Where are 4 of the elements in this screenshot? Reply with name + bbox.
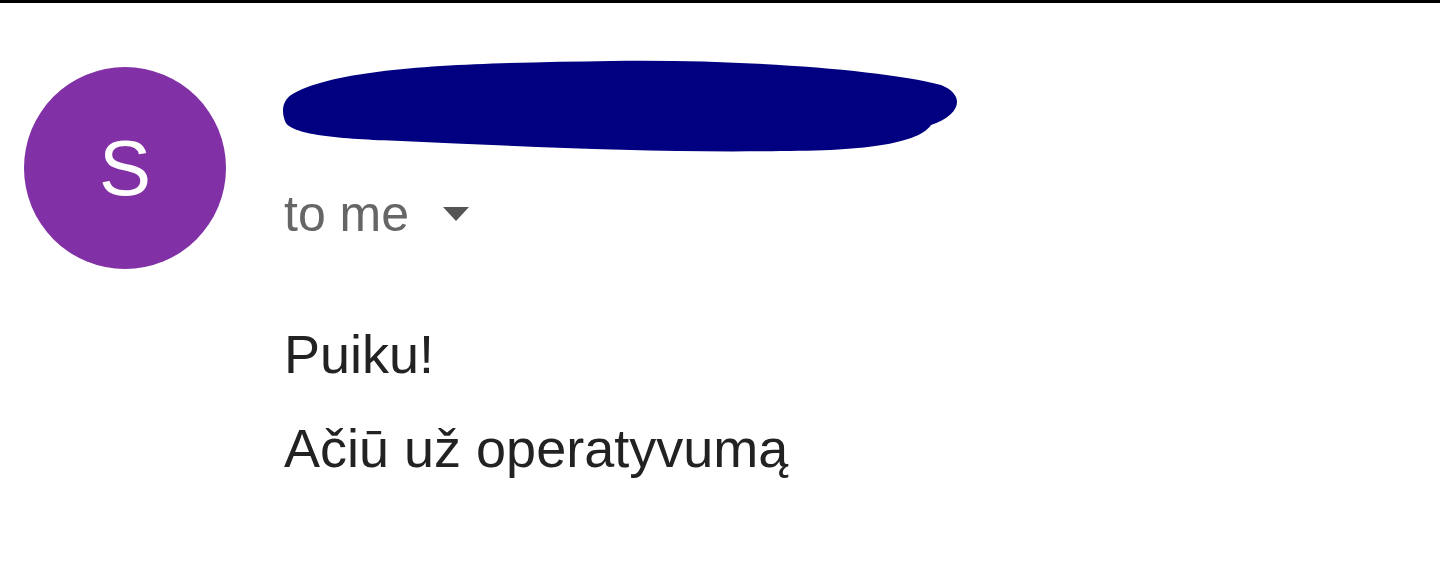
caret-icon[interactable] — [443, 207, 470, 221]
recipient-label: to me — [284, 189, 410, 239]
message-text: Puiku! — [284, 327, 436, 381]
avatar: S — [24, 67, 226, 269]
